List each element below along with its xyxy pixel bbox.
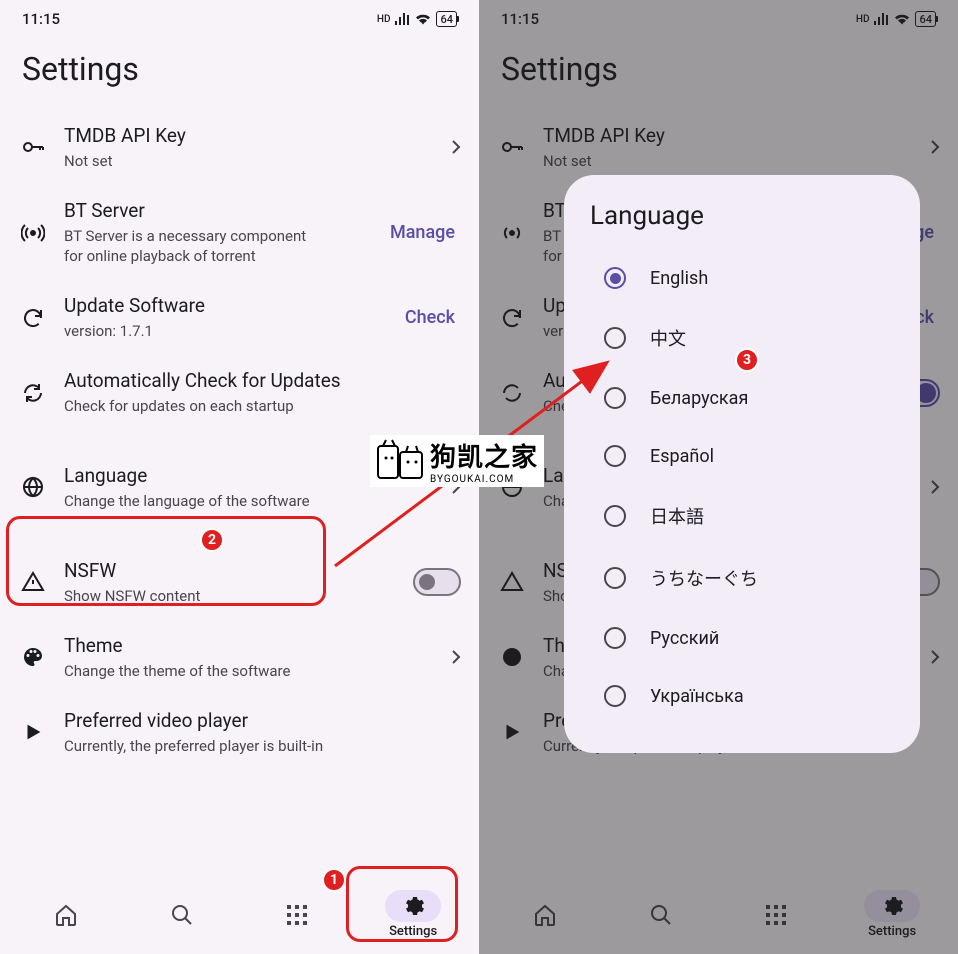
radio-label: Беларуская [650, 388, 748, 409]
radio-label: Русский [650, 628, 719, 649]
row-sub: Check for updates on each startup [64, 396, 395, 416]
radio-option[interactable]: Русский [564, 609, 920, 667]
play-icon [20, 721, 46, 743]
badge-1: 1 [322, 868, 346, 892]
nsfw-toggle[interactable] [413, 568, 461, 596]
callout-language [6, 516, 326, 606]
radio-label: Español [650, 446, 714, 467]
row-title: Theme [64, 634, 433, 659]
radio-icon [604, 267, 626, 289]
broadcast-icon [20, 221, 46, 245]
signal-icon [394, 12, 410, 26]
radio-label: English [650, 268, 708, 289]
watermark-cn: 狗凯之家 [430, 437, 538, 474]
row-sub: Change the language of the software [64, 491, 433, 511]
radio-icon [604, 387, 626, 409]
nav-search[interactable] [138, 899, 226, 931]
radio-option[interactable]: Українська [564, 667, 920, 725]
status-time: 11:15 [22, 10, 60, 28]
language-dialog: Language English 中文 Беларуская Español 日本語うち… [564, 175, 920, 753]
key-icon [20, 135, 46, 159]
watermark: 狗凯之家BYGOUKAI.COM [370, 435, 544, 487]
wifi-icon [414, 12, 432, 26]
radio-label: 中文 [650, 325, 686, 351]
search-icon [170, 903, 194, 927]
radio-label: Українська [650, 686, 744, 707]
row-player[interactable]: Preferred video playerCurrently, the pre… [0, 695, 479, 770]
row-autocheck[interactable]: Automatically Check for UpdatesCheck for… [0, 355, 479, 430]
row-title: TMDB API Key [64, 124, 433, 149]
radio-icon [604, 685, 626, 707]
radio-icon [604, 627, 626, 649]
chevron-right-icon [451, 139, 461, 155]
radio-icon [604, 505, 626, 527]
callout-settings-tab [346, 866, 458, 942]
row-sub: BT Server is a necessary component for o… [64, 226, 324, 267]
hd-icon: HD [377, 14, 391, 25]
check-button[interactable]: Check [399, 307, 461, 328]
radio-option[interactable]: Español [564, 427, 920, 485]
nav-grid[interactable] [253, 899, 341, 931]
row-update[interactable]: Update Softwareversion: 1.7.1 Check [0, 280, 479, 355]
row-theme[interactable]: ThemeChange the theme of the software [0, 620, 479, 695]
radio-icon [604, 445, 626, 467]
row-sub: version: 1.7.1 [64, 321, 381, 341]
row-title: Automatically Check for Updates [64, 369, 395, 394]
nav-home[interactable] [22, 899, 110, 931]
badge-3: 3 [735, 348, 759, 372]
radio-option[interactable]: Беларуская [564, 369, 920, 427]
refresh-icon [20, 306, 46, 330]
row-bt[interactable]: BT ServerBT Server is a necessary compon… [0, 185, 479, 280]
row-sub: Currently, the preferred player is built… [64, 736, 461, 756]
radio-option[interactable]: うちなーぐち [564, 547, 920, 609]
home-icon [54, 903, 78, 927]
row-tmdb[interactable]: TMDB API KeyNot set [0, 110, 479, 185]
radio-label: うちなーぐち [650, 565, 758, 591]
badge-2: 2 [200, 528, 224, 552]
radio-icon [604, 327, 626, 349]
radio-option[interactable]: English [564, 249, 920, 307]
manage-button[interactable]: Manage [384, 222, 461, 243]
chevron-right-icon [451, 649, 461, 665]
sync-icon [20, 381, 46, 405]
row-title: BT Server [64, 199, 366, 224]
row-sub: Change the theme of the software [64, 661, 433, 681]
radio-option[interactable]: 日本語 [564, 485, 920, 547]
globe-icon [20, 475, 46, 499]
row-title: Update Software [64, 294, 381, 319]
page-title: Settings [0, 32, 479, 110]
watermark-en: BYGOUKAI.COM [430, 474, 538, 485]
palette-icon [20, 645, 46, 669]
battery-icon: 64 [436, 11, 457, 27]
row-sub: Not set [64, 151, 433, 171]
status-bar: 11:15 HD 64 [0, 0, 479, 32]
row-title: Preferred video player [64, 709, 461, 734]
radio-label: 日本語 [650, 503, 704, 529]
dialog-title: Language [564, 195, 920, 249]
radio-icon [604, 567, 626, 589]
grid-icon [287, 905, 307, 925]
phone-right: 11:15 HD 64 Settings TMDB API KeyNot set… [479, 0, 958, 954]
